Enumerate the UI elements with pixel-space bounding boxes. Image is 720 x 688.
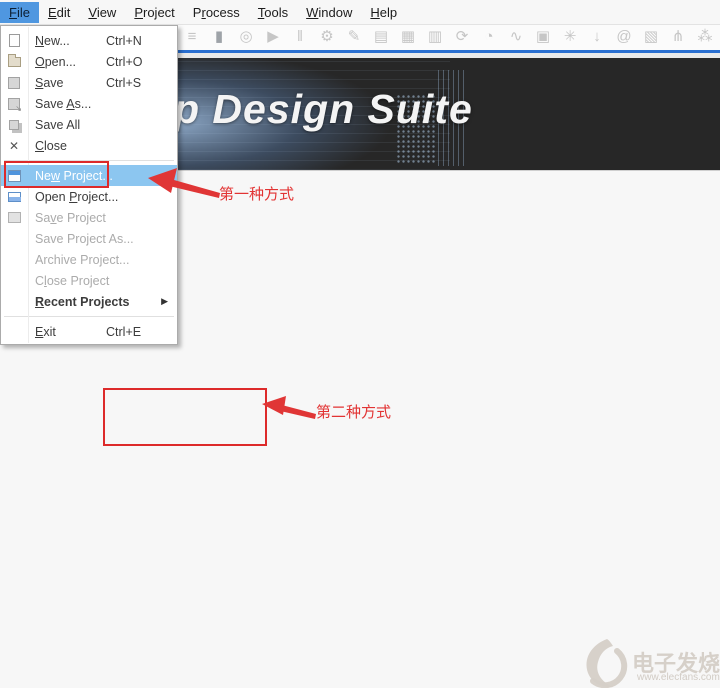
menu-item-label: Save As... xyxy=(35,96,92,111)
menu-item-new[interactable]: New... Ctrl+N xyxy=(1,30,177,51)
chart-icon[interactable]: ▧ xyxy=(643,24,659,50)
menu-item-open[interactable]: Open... Ctrl+O xyxy=(1,51,177,72)
blank-icon xyxy=(6,294,22,310)
menu-item-label: Recent Projects xyxy=(35,294,130,309)
menubar-item-help[interactable]: Help xyxy=(361,2,406,23)
annotation-arrow-method2 xyxy=(262,396,316,419)
menu-item-label: Open Project... xyxy=(35,189,119,204)
menu-item-save-all[interactable]: Save All xyxy=(1,114,177,135)
menu-item-shortcut: Ctrl+O xyxy=(106,54,143,69)
saveproj-icon xyxy=(6,210,22,226)
application-window: File Edit View Project Process Tools Window Hel… xyxy=(0,0,720,688)
waveform-icon[interactable]: ∿ xyxy=(508,24,524,50)
menu-item-label: Archive Project... xyxy=(35,252,130,267)
menu-item-label: Close xyxy=(35,138,67,153)
saveas-icon xyxy=(6,96,22,113)
pause-icon[interactable]: ‖ xyxy=(292,24,308,50)
menu-item-close[interactable]: ✕ Close xyxy=(1,135,177,156)
menubar-item-project[interactable]: Project xyxy=(125,2,183,23)
submenu-arrow-icon: ▶ xyxy=(161,296,168,306)
table-icon[interactable]: ▥ xyxy=(427,24,443,50)
power-calc-icon[interactable]: ✳ xyxy=(562,24,578,50)
elecfans-flame-logo xyxy=(586,639,628,688)
new-icon xyxy=(6,33,22,49)
menu-item-label: Save All xyxy=(35,117,81,132)
blank-icon xyxy=(6,273,22,289)
menu-item-shortcut: Ctrl+N xyxy=(106,33,142,48)
menu-item-shortcut: Ctrl+E xyxy=(106,324,142,339)
menubar-item-window[interactable]: Window xyxy=(297,2,361,23)
menu-item-label: Open... xyxy=(35,54,77,69)
save-icon[interactable]: ▮ xyxy=(211,24,227,50)
menu-item-label: Save xyxy=(35,75,64,90)
menu-item-label: Close Project xyxy=(35,273,110,288)
annotation-arrow-method1 xyxy=(148,168,220,198)
download-icon[interactable]: ↓ xyxy=(589,24,605,50)
debug-icon[interactable]: @ xyxy=(616,24,632,50)
menu-item-archive-project: Archive Project... xyxy=(1,249,177,270)
run-icon[interactable]: ▶ xyxy=(265,24,281,50)
saveall-icon xyxy=(6,117,22,133)
menu-separator xyxy=(4,160,174,161)
timing-icon[interactable]: ◔ xyxy=(481,24,497,50)
save-icon xyxy=(6,75,22,91)
menu-item-label: Exit xyxy=(35,324,56,339)
menubar-item-file[interactable]: File xyxy=(0,1,39,23)
settings-icon[interactable]: ⚙ xyxy=(319,24,335,50)
blank-icon xyxy=(6,324,22,340)
file-list-icon[interactable]: ≡ xyxy=(184,24,200,50)
menubar-item-tools[interactable]: Tools xyxy=(249,2,297,23)
menu-item-close-project: Close Project xyxy=(1,270,177,291)
menubar-item-process[interactable]: Process xyxy=(184,2,249,23)
blank-icon xyxy=(6,231,22,247)
menu-item-label: New... xyxy=(35,33,70,48)
menubar-item-view[interactable]: View xyxy=(79,2,125,23)
menu-item-label: New Project... xyxy=(35,168,113,183)
close-icon: ✕ xyxy=(8,138,20,153)
sync-icon[interactable]: ⟳ xyxy=(454,24,470,50)
edit-note-icon[interactable]: ✎ xyxy=(346,24,362,50)
menu-item-shortcut: Ctrl+S xyxy=(106,75,142,90)
menu-item-save-as[interactable]: Save As... xyxy=(1,93,177,114)
blank-icon xyxy=(6,252,22,268)
hierarchy-icon[interactable]: ⁂ xyxy=(697,24,713,50)
menu-item-label: Save Project As... xyxy=(35,231,134,246)
watermark-site-url: www.elecfans.com xyxy=(637,672,720,683)
menu-item-exit[interactable]: Exit Ctrl+E xyxy=(1,321,177,342)
menu-item-label: Save Project xyxy=(35,210,106,225)
share-icon[interactable]: ⋔ xyxy=(670,24,686,50)
menu-separator xyxy=(4,316,174,317)
open-icon xyxy=(6,53,22,70)
menu-item-save-project: Save Project xyxy=(1,207,177,228)
menubar-item-edit[interactable]: Edit xyxy=(39,2,79,23)
menu-bar: File Edit View Project Process Tools Window Hel… xyxy=(0,0,720,25)
chip-icon[interactable]: ▣ xyxy=(535,24,551,50)
report-icon[interactable]: ▤ xyxy=(373,24,389,50)
openproj-icon xyxy=(6,189,22,205)
find-icon[interactable]: ◎ xyxy=(238,24,254,50)
menu-item-save[interactable]: Save Ctrl+S xyxy=(1,72,177,93)
newproj-icon xyxy=(6,168,22,184)
banner-title: p Design Suite xyxy=(174,86,473,132)
menu-item-save-project-as: Save Project As... xyxy=(1,228,177,249)
blocks-icon[interactable]: ▦ xyxy=(400,24,416,50)
annotation-method2: 第二种方式 xyxy=(316,404,392,421)
menu-item-recent-projects[interactable]: Recent Projects ▶ xyxy=(1,291,177,312)
annotation-method1: 第一种方式 xyxy=(219,186,295,203)
